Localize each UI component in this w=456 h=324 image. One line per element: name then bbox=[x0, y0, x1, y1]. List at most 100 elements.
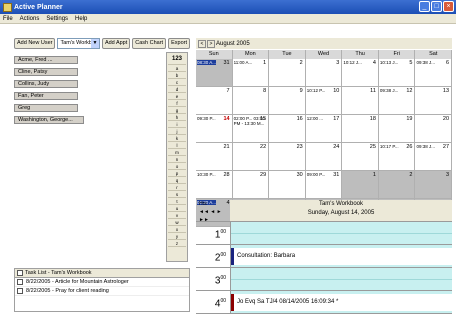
add-appt-button[interactable]: Add Appt bbox=[101, 37, 131, 49]
alpha-index-k[interactable]: k bbox=[168, 135, 186, 142]
appointment[interactable]: Consultation: Barbara bbox=[231, 248, 452, 265]
calendar-day[interactable]: 11 bbox=[342, 87, 379, 115]
calendar-event[interactable]: 02:00 P... 03:00 PM - 13:30 M... bbox=[234, 116, 269, 126]
alpha-index-f[interactable]: f bbox=[168, 100, 186, 107]
minimize-button[interactable]: _ bbox=[419, 1, 430, 12]
calendar-event[interactable]: 08:30 A... bbox=[197, 60, 217, 65]
alpha-index-d[interactable]: d bbox=[168, 86, 186, 93]
calendar-day[interactable]: 6 09:38 J... bbox=[415, 59, 453, 87]
next-month-button[interactable]: > bbox=[207, 39, 215, 48]
alpha-index-x[interactable]: x bbox=[168, 226, 186, 233]
calendar-day[interactable]: 24 bbox=[305, 143, 343, 171]
cash-chart-button[interactable]: Cash Chart bbox=[132, 37, 167, 49]
slot-body[interactable] bbox=[230, 268, 452, 290]
calendar-day[interactable]: 12 09:38 J... bbox=[378, 87, 416, 115]
calendar-day[interactable]: 19 bbox=[378, 115, 416, 143]
calendar-event[interactable]: 09:30 P... bbox=[197, 116, 216, 121]
calendar-day[interactable]: 23 bbox=[269, 143, 306, 171]
menu-settings[interactable]: Settings bbox=[46, 16, 68, 22]
calendar-event[interactable]: 09:38 J... bbox=[380, 88, 399, 93]
alpha-index-w[interactable]: w bbox=[168, 219, 186, 226]
alpha-index-l[interactable]: l bbox=[168, 142, 186, 149]
calendar-event[interactable]: 10:12 J... bbox=[343, 60, 362, 65]
alpha-index-t[interactable]: t bbox=[168, 198, 186, 205]
calendar-event[interactable]: 10:30 P... bbox=[197, 172, 216, 177]
calendar-day[interactable]: 2 bbox=[269, 59, 306, 87]
calendar-day[interactable]: 26 10:17 P... bbox=[378, 143, 416, 171]
menu-file[interactable]: File bbox=[3, 16, 13, 22]
calendar-day[interactable]: 31 09:00 P... bbox=[305, 171, 343, 199]
alpha-index-q[interactable]: q bbox=[168, 177, 186, 184]
calendar-day[interactable]: 8 bbox=[232, 87, 270, 115]
calendar-day[interactable]: 18 bbox=[342, 115, 379, 143]
calendar-day[interactable]: 21 bbox=[196, 143, 233, 171]
alpha-index-z[interactable]: z bbox=[168, 240, 186, 247]
time-slot[interactable]: 400 Jo Evq Sa TJ/4 08/14/2005 16:09:34 * bbox=[196, 291, 452, 314]
alpha-index-y[interactable]: y bbox=[168, 233, 186, 240]
calendar-day[interactable]: 20 bbox=[415, 115, 453, 143]
calendar-day[interactable]: 29 bbox=[232, 171, 270, 199]
appointment[interactable]: Jo Evq Sa TJ/4 08/14/2005 16:09:34 * bbox=[231, 294, 452, 311]
calendar-event[interactable]: 09:38 J... bbox=[416, 60, 435, 65]
calendar-day[interactable]: 5 10:13 J... bbox=[378, 59, 416, 87]
calendar-day[interactable]: 17 12:00 ... bbox=[305, 115, 343, 143]
calendar-event[interactable]: 09:38 J... bbox=[416, 144, 435, 149]
close-button[interactable]: × bbox=[443, 1, 454, 12]
calendar-event[interactable]: 10:13 J... bbox=[380, 60, 399, 65]
calendar-day[interactable]: 28 10:30 P... bbox=[196, 171, 233, 199]
calendar-day[interactable]: 1 11:00 A... bbox=[232, 59, 270, 87]
calendar-day[interactable]: 9 bbox=[269, 87, 306, 115]
menu-actions[interactable]: Actions bbox=[20, 16, 40, 22]
time-slot[interactable]: 300 bbox=[196, 268, 452, 291]
menu-help[interactable]: Help bbox=[75, 16, 87, 22]
time-slot[interactable]: 100 bbox=[196, 222, 452, 245]
calendar-event[interactable]: 12:00 ... bbox=[307, 116, 323, 121]
calendar-event[interactable]: 10:17 P... bbox=[380, 144, 399, 149]
calendar-day[interactable]: 14 09:30 P... bbox=[196, 115, 233, 143]
calendar-day[interactable]: 22 bbox=[232, 143, 270, 171]
calendar-day[interactable]: 31 08:30 A... bbox=[196, 59, 233, 87]
calendar-event[interactable]: 09:00 P... bbox=[307, 172, 326, 177]
calendar-day[interactable]: 30 bbox=[269, 171, 306, 199]
calendar-day[interactable]: 2 bbox=[378, 171, 416, 199]
alpha-index-n[interactable]: n bbox=[168, 156, 186, 163]
calendar-day[interactable]: 7 bbox=[196, 87, 233, 115]
task-checkbox[interactable] bbox=[17, 279, 23, 285]
contact-item[interactable]: Cline, Patsy bbox=[14, 68, 78, 76]
alpha-index-o[interactable]: o bbox=[168, 163, 186, 170]
alpha-index-j[interactable]: j bbox=[168, 128, 186, 135]
alpha-index-e[interactable]: e bbox=[168, 93, 186, 100]
calendar-day[interactable]: 4 10:12 J... bbox=[342, 59, 379, 87]
contact-item[interactable]: Washington, George... bbox=[14, 116, 84, 124]
calendar-day[interactable]: 13 bbox=[415, 87, 453, 115]
calendar-day[interactable]: 3 bbox=[415, 171, 453, 199]
calendar-day[interactable]: 3 bbox=[305, 59, 343, 87]
maximize-button[interactable]: □ bbox=[431, 1, 442, 12]
task-checkbox[interactable] bbox=[17, 288, 23, 294]
calendar-day[interactable]: 1 bbox=[342, 171, 379, 199]
task-row[interactable]: 8/22/2005 - Article for Mountain Astrolo… bbox=[15, 278, 189, 287]
alpha-index-s[interactable]: s bbox=[168, 191, 186, 198]
calendar-day[interactable]: 25 bbox=[342, 143, 379, 171]
add-user-button[interactable]: Add New User bbox=[14, 37, 56, 49]
alpha-index-g[interactable]: g bbox=[168, 107, 186, 114]
alpha-index-p[interactable]: p bbox=[168, 170, 186, 177]
calendar-day[interactable]: 10 10:12 P... bbox=[305, 87, 343, 115]
alpha-index-123[interactable]: 123 bbox=[168, 53, 186, 65]
alpha-index-h[interactable]: h bbox=[168, 114, 186, 121]
calendar-day[interactable]: 16 bbox=[269, 115, 306, 143]
workbook-select[interactable]: Tam's Workbk ▼ bbox=[57, 37, 100, 49]
alpha-index-c[interactable]: c bbox=[168, 79, 186, 86]
contact-item[interactable]: Fan, Peter bbox=[14, 92, 78, 100]
alpha-index-r[interactable]: r bbox=[168, 184, 186, 191]
calendar-day[interactable]: 15 02:00 P... 03:00 PM - 13:30 M... bbox=[232, 115, 270, 143]
alpha-index-a[interactable]: a bbox=[168, 65, 186, 72]
slot-body[interactable]: Jo Evq Sa TJ/4 08/14/2005 16:09:34 * bbox=[230, 291, 452, 313]
slot-body[interactable]: Consultation: Barbara bbox=[230, 245, 452, 267]
alpha-index-b[interactable]: b bbox=[168, 72, 186, 79]
slot-body[interactable] bbox=[230, 222, 452, 244]
contact-item[interactable]: Greg bbox=[14, 104, 78, 112]
contact-item[interactable]: Collins, Judy bbox=[14, 80, 78, 88]
alpha-index-u[interactable]: u bbox=[168, 205, 186, 212]
task-row[interactable]: 8/22/2005 - Pray for client reading bbox=[15, 287, 189, 296]
